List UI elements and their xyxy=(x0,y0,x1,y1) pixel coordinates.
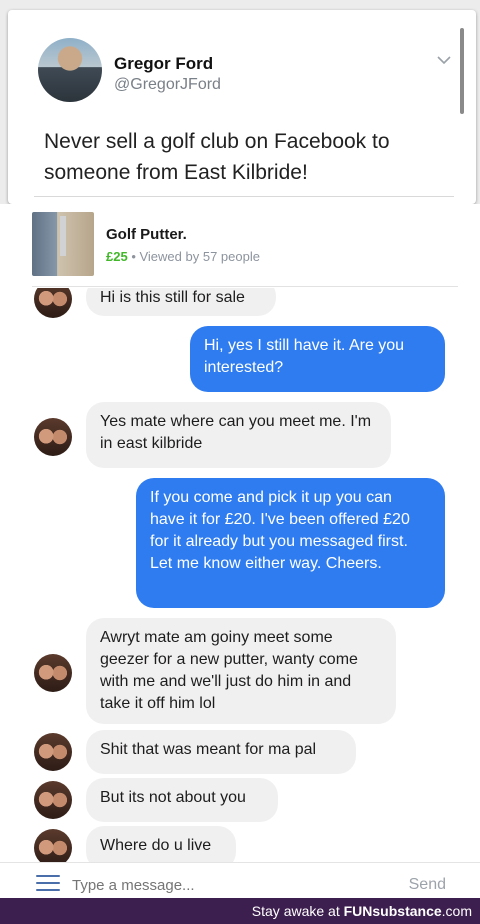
message-thread[interactable]: Hi is this still for sale Hi, yes I stil… xyxy=(0,288,480,862)
listing-price: £25 xyxy=(106,249,128,264)
message-bubble: But its not about you xyxy=(86,778,278,822)
listing-title: Golf Putter. xyxy=(106,226,187,243)
buyer-avatar[interactable] xyxy=(34,781,72,819)
message-bubble: Where do u live xyxy=(86,826,236,862)
message-composer: Send xyxy=(0,862,480,898)
message-bubble: Awryt mate am goiny meet some geezer for… xyxy=(86,618,396,724)
send-button[interactable]: Send xyxy=(409,876,446,894)
buyer-avatar[interactable] xyxy=(34,418,72,456)
watermark-suffix: .com xyxy=(441,903,472,919)
message-bubble: Shit that was meant for ma pal xyxy=(86,730,356,774)
message-bubble: If you come and pick it up you can have … xyxy=(136,478,445,608)
meta-separator: • xyxy=(127,249,140,264)
chevron-down-icon[interactable] xyxy=(436,54,452,66)
listing-meta: £25 • Viewed by 57 people xyxy=(106,249,260,264)
message-bubble: Hi, yes I still have it. Are you interes… xyxy=(190,326,445,392)
tweet-author-avatar[interactable] xyxy=(38,38,102,102)
watermark-prefix: Stay awake at xyxy=(251,903,344,919)
divider xyxy=(32,286,458,287)
tweet-text: Never sell a golf club on Facebook to so… xyxy=(44,130,390,184)
message-bubble: Yes mate where can you meet me. I'm in e… xyxy=(86,402,391,468)
buyer-avatar[interactable] xyxy=(34,733,72,771)
listing-thumbnail[interactable] xyxy=(32,212,94,276)
scrollbar[interactable] xyxy=(460,28,464,114)
message-input[interactable] xyxy=(72,877,372,894)
divider xyxy=(34,196,454,197)
buyer-avatar[interactable] xyxy=(34,654,72,692)
watermark-bar: Stay awake at FUNsubstance.com xyxy=(0,898,480,924)
watermark-brand: FUNsubstance xyxy=(343,903,442,919)
listing-views: Viewed by 57 people xyxy=(139,249,260,264)
buyer-avatar[interactable] xyxy=(34,829,72,862)
tweet-card: Gregor Ford @GregorJFord Never sell a go… xyxy=(8,10,476,204)
message-bubble: Hi is this still for sale xyxy=(86,288,276,316)
watermark-text: Stay awake at FUNsubstance.com xyxy=(252,903,472,919)
tweet-author-name[interactable]: Gregor Ford xyxy=(114,54,213,74)
buyer-avatar[interactable] xyxy=(34,288,72,318)
tweet-author-handle[interactable]: @GregorJFord xyxy=(114,76,221,94)
listing-header[interactable]: Golf Putter. £25 • Viewed by 57 people xyxy=(0,204,480,288)
menu-icon[interactable] xyxy=(36,875,60,891)
